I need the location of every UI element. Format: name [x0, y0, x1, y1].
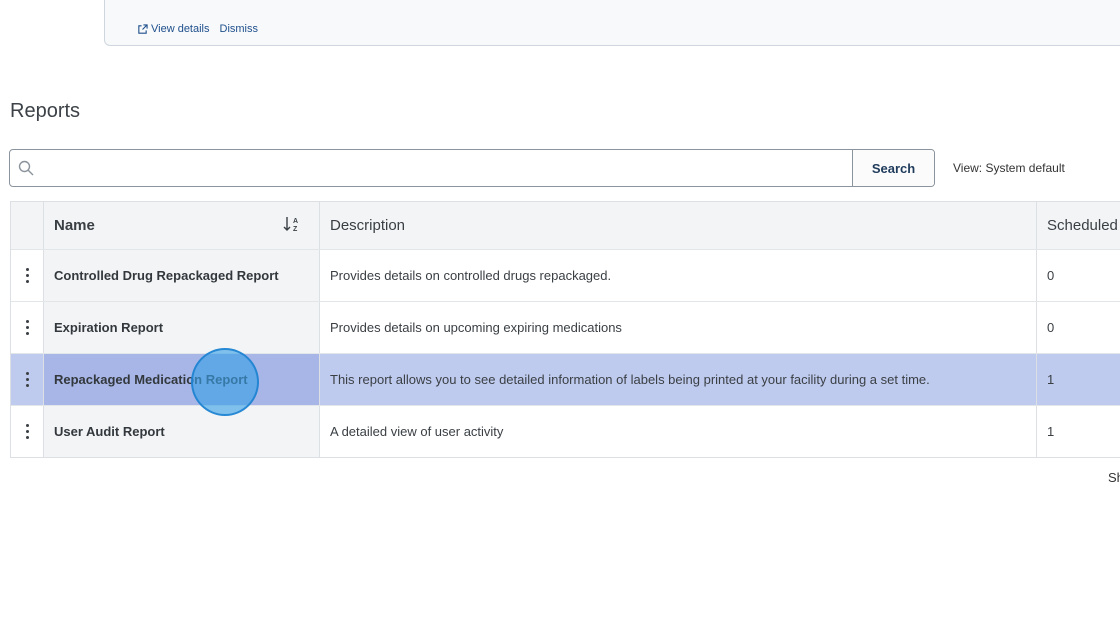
report-scheduled-count: 1 [1047, 424, 1055, 439]
report-description: Provides details on controlled drugs rep… [320, 250, 1037, 301]
row-menu-cell [11, 406, 44, 457]
search-icon [10, 150, 42, 186]
kebab-menu-icon[interactable] [22, 316, 33, 339]
view-details-link[interactable]: View details [137, 23, 210, 35]
table-row-selected[interactable]: Repackaged Medication Report This report… [11, 353, 1120, 405]
table-row[interactable]: User Audit Report A detailed view of use… [11, 405, 1120, 457]
notification-actions: View details Dismiss [137, 23, 258, 35]
column-header-name-label: Name [54, 217, 95, 234]
view-details-label: View details [151, 23, 210, 35]
search-button[interactable]: Search [852, 150, 934, 186]
header-menu-cell [11, 202, 44, 249]
sort-alpha-icon[interactable]: A Z [283, 215, 301, 237]
kebab-menu-icon[interactable] [22, 420, 33, 443]
dismiss-link[interactable]: Dismiss [220, 23, 259, 35]
view-selector[interactable]: View: System default [953, 161, 1065, 175]
report-name[interactable]: User Audit Report [44, 406, 320, 457]
column-header-description[interactable]: Description [320, 202, 1037, 249]
report-name[interactable]: Repackaged Medication Report [44, 354, 320, 405]
report-name[interactable]: Expiration Report [44, 302, 320, 353]
report-scheduled-count: 1 [1037, 354, 1120, 405]
svg-text:A: A [293, 218, 298, 225]
table-row[interactable]: Expiration Report Provides details on up… [11, 301, 1120, 353]
svg-text:Z: Z [293, 226, 298, 233]
column-header-scheduled[interactable]: Scheduled C [1037, 202, 1120, 249]
row-menu-cell [11, 250, 44, 301]
kebab-menu-icon[interactable] [22, 368, 33, 391]
report-scheduled-count: 0 [1047, 268, 1055, 283]
table-row[interactable]: Controlled Drug Repackaged Report Provid… [11, 249, 1120, 301]
report-name[interactable]: Controlled Drug Repackaged Report [44, 250, 320, 301]
kebab-menu-icon[interactable] [22, 264, 33, 287]
row-menu-cell [11, 302, 44, 353]
report-description: A detailed view of user activity [320, 406, 1037, 457]
search-bar: Search [9, 149, 935, 187]
search-input[interactable] [42, 150, 852, 186]
column-header-name[interactable]: Name A Z [44, 202, 320, 249]
pagination-summary: Sh [1108, 470, 1120, 485]
report-scheduled-count: 0 [1047, 320, 1055, 335]
row-menu-cell [11, 354, 44, 405]
report-description: Provides details on upcoming expiring me… [320, 302, 1037, 353]
notification-card: View details Dismiss [104, 0, 1120, 46]
report-description: This report allows you to see detailed i… [320, 354, 1037, 405]
page: View details Dismiss Reports Search View… [0, 0, 1120, 627]
reports-table: Name A Z Description Scheduled C Control… [10, 201, 1120, 458]
table-header-row: Name A Z Description Scheduled C [11, 202, 1120, 249]
external-link-icon [137, 23, 148, 35]
page-title: Reports [10, 100, 81, 122]
